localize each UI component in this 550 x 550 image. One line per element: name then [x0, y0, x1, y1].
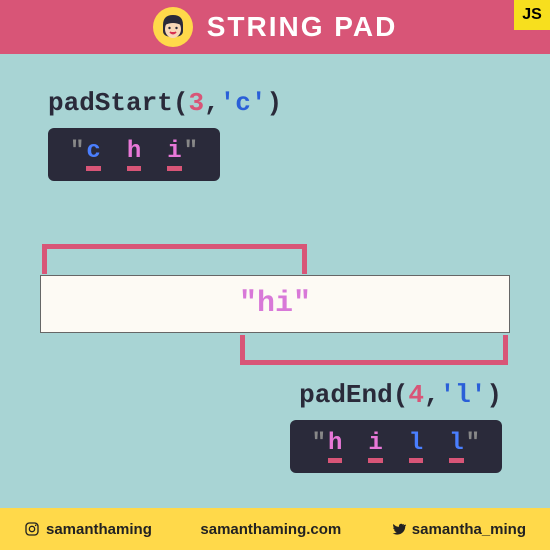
page-title: STRING PAD: [207, 11, 398, 43]
result-char: h: [127, 138, 141, 171]
padstart-result: "chi": [48, 128, 220, 181]
padstart-arg-num: 3: [188, 88, 204, 118]
padend-call: padEnd(4,'l'): [290, 380, 502, 410]
bracket-bottom: [240, 335, 508, 365]
instagram-text: samanthaming: [46, 521, 152, 538]
avatar: [153, 7, 193, 47]
website-text: samanthaming.com: [200, 521, 341, 538]
twitter-handle: samantha_ming: [390, 521, 526, 538]
header-bar: STRING PAD JS: [0, 0, 550, 54]
instagram-icon: [24, 521, 40, 537]
padstart-arg-str: 'c': [220, 88, 267, 118]
footer: samanthaming samanthaming.com samantha_m…: [0, 508, 550, 550]
result-char: l: [449, 430, 463, 463]
padend-section: padEnd(4,'l') "hill": [290, 380, 502, 473]
padend-result: "hill": [290, 420, 502, 473]
padstart-section: padStart(3,'c') "chi": [48, 88, 282, 181]
padend-arg-str: 'l': [440, 380, 487, 410]
twitter-icon: [390, 521, 406, 537]
padstart-fn: padStart: [48, 88, 173, 118]
original-string: hi: [257, 287, 293, 321]
avatar-face-icon: [157, 11, 189, 43]
twitter-text: samantha_ming: [412, 521, 526, 538]
result-char: c: [86, 138, 100, 171]
padstart-call: padStart(3,'c'): [48, 88, 282, 118]
result-char: i: [368, 430, 382, 463]
padend-arg-num: 4: [408, 380, 424, 410]
original-string-box: "hi": [40, 275, 510, 333]
result-char: l: [409, 430, 423, 463]
result-char: h: [328, 430, 342, 463]
instagram-handle: samanthaming: [24, 521, 152, 538]
bracket-top: [42, 244, 307, 274]
padend-fn: padEnd: [299, 380, 393, 410]
result-char: i: [167, 138, 181, 171]
js-badge: JS: [514, 0, 550, 30]
